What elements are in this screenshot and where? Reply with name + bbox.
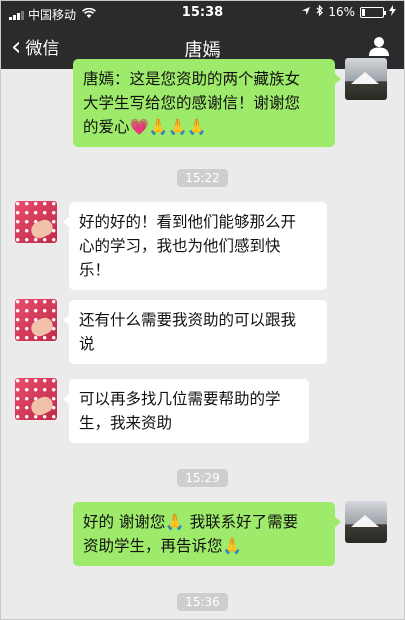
status-bar: 中国移动 15:38 16% <box>1 1 404 25</box>
timestamp: 15:36 <box>1 591 404 611</box>
message-line: 好的 谢谢您🙏 我联系好了需要 <box>83 513 299 531</box>
battery-icon <box>360 6 386 18</box>
location-icon <box>301 5 311 19</box>
message-line: 还有什么需要我资助的可以跟我 <box>79 311 297 329</box>
message-line: 乐！ <box>79 261 111 279</box>
avatar[interactable] <box>15 299 57 341</box>
message-bubble[interactable]: 好的 谢谢您🙏 我联系好了需要 资助学生，再告诉您🙏 <box>73 502 341 566</box>
timestamp: 15:22 <box>1 167 404 187</box>
battery-fill <box>362 8 366 16</box>
charging-icon <box>389 5 396 19</box>
message-line: 生，我来资助 <box>79 414 173 432</box>
message-bubble[interactable]: 可以再多找几位需要帮助的学 生，我来资助 <box>63 379 309 443</box>
avatar[interactable] <box>15 378 57 420</box>
message-line: 说 <box>79 335 95 353</box>
avatar[interactable] <box>345 58 387 100</box>
battery-percent: 16% <box>328 5 355 19</box>
message-line: 好的好的！看到他们能够那么开 <box>79 213 297 231</box>
message-line: 大学生写给您的感谢信！谢谢您 <box>83 94 301 112</box>
message-line: 唐嫣：这是您资助的两个藏族女 <box>83 70 301 88</box>
message-bubble[interactable]: 唐嫣：这是您资助的两个藏族女 大学生写给您的感谢信！谢谢您 的爱心💗🙏🙏🙏 <box>73 59 341 147</box>
message-line: 的爱心💗🙏🙏🙏 <box>83 118 207 136</box>
message-bubble[interactable]: 好的好的！看到他们能够那么开 心的学习，我也为他们感到快 乐！ <box>63 202 327 290</box>
person-icon[interactable] <box>368 35 390 57</box>
bluetooth-icon <box>316 4 324 19</box>
avatar[interactable] <box>15 201 57 243</box>
message-line: 心的学习，我也为他们感到快 <box>79 237 281 255</box>
message-line: 资助学生，再告诉您🙏 <box>83 537 242 555</box>
timestamp: 15:29 <box>1 467 404 487</box>
message-bubble[interactable]: 还有什么需要我资助的可以跟我 说 <box>63 300 327 364</box>
message-line: 可以再多找几位需要帮助的学 <box>79 390 281 408</box>
avatar[interactable] <box>345 501 387 543</box>
